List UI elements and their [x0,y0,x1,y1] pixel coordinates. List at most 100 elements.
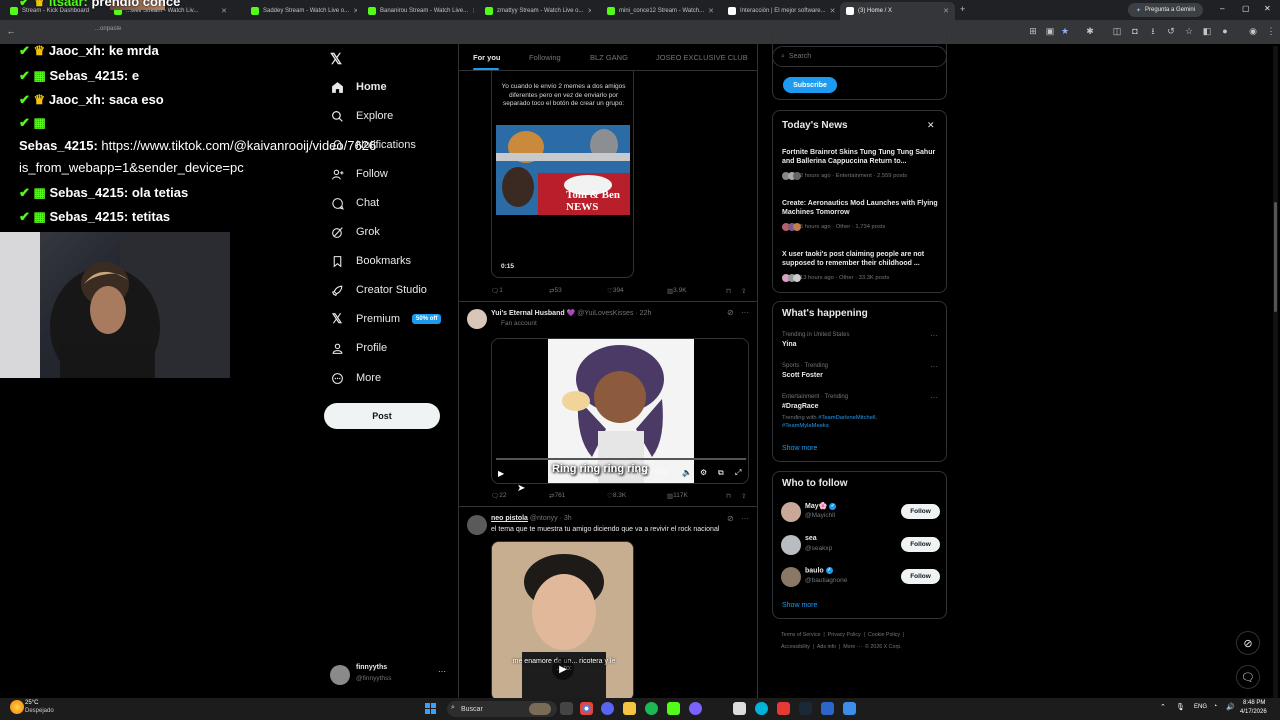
close-icon[interactable]: ✕ [927,120,935,131]
nav-profile[interactable]: Profile [330,337,387,359]
grok-icon[interactable]: ⊘ [727,308,734,317]
page-scrollbar[interactable] [1273,46,1278,698]
nav-notifications[interactable]: Notifications [330,134,416,156]
news-item-title[interactable]: X user taoki's post claiming people are … [782,250,942,268]
more-dots-icon[interactable]: ··· [930,331,938,340]
post-button[interactable]: Post [324,403,440,429]
extension-icon[interactable]: ✱ [1085,26,1095,36]
browser-tab-active[interactable]: (3) Home / X ✕ [840,2,955,20]
video-progress-track[interactable] [496,458,746,460]
grok-float-icon[interactable]: ⊘ [1236,631,1260,655]
app-icon[interactable] [733,702,746,715]
app-icon[interactable] [755,702,768,715]
follow-button[interactable]: Follow [901,537,940,552]
nav-home[interactable]: Home [330,76,387,98]
share-button[interactable]: ⇪ [741,287,746,295]
windows-start-icon[interactable] [425,703,436,714]
app-icon[interactable] [821,702,834,715]
star-icon[interactable]: ★ [1060,26,1070,36]
reply-button[interactable]: 🗨 22 [491,492,507,500]
repost-button[interactable]: ⇄ 761 [549,492,565,500]
volume-icon[interactable]: 🔊 [1226,703,1235,711]
app-icon[interactable] [843,702,856,715]
follow-button[interactable]: Follow [901,504,940,519]
profile-icon[interactable]: ● [1220,26,1230,36]
nav-follow[interactable]: Follow [330,163,388,185]
tray-chevron-icon[interactable]: ⌃ [1160,703,1166,711]
like-button[interactable]: ♡ 394 [607,287,624,295]
post-media-video[interactable]: Ring ring ring ring ▶ 0:00 / 0:12 🔈 ⚙ ⧉ … [491,338,749,484]
steam-icon[interactable] [799,702,812,715]
chrome-icon[interactable] [580,702,593,715]
history-icon[interactable]: ↺ [1166,26,1176,36]
translate-icon[interactable]: ⊞ [1028,26,1038,36]
sidebar-icon[interactable]: ◫ [1112,26,1122,36]
more-dots-icon[interactable]: ··· [741,514,749,523]
x-logo-icon[interactable]: 𝕏 [330,50,342,68]
follow-button[interactable]: Follow [901,569,940,584]
download-icon[interactable]: ⭳ [1148,26,1158,36]
browser-tab[interactable]: mini_conce12 Stream - Watch... ✕ [601,2,718,20]
volume-icon[interactable]: 🔈 [682,468,692,477]
play-icon[interactable]: ▶ [498,469,504,478]
avatar[interactable] [781,502,801,522]
bookmark-star-icon[interactable]: ☆ [1184,26,1194,36]
task-view-icon[interactable] [560,702,573,715]
tab-following[interactable]: Following [529,53,561,62]
gemini-button[interactable]: ✦ Pregunta a Gemini [1128,3,1204,17]
views-button[interactable]: ▥ 3.9K [667,287,687,295]
avatar[interactable] [781,567,801,587]
app-icon[interactable] [689,702,702,715]
wifi-icon[interactable]: ◔ [1213,703,1217,710]
nav-creator-studio[interactable]: Creator Studio [330,279,427,301]
settings-icon[interactable]: ⚙ [700,468,707,477]
nav-premium[interactable]: 𝕏 Premium 50% off [330,308,442,330]
fullscreen-icon[interactable]: ⤢ [735,468,741,478]
news-item-title[interactable]: Fortnite Brainrot Skins Tung Tung Tung S… [782,148,942,166]
trend-topic[interactable]: #DragRace [782,403,819,410]
avatar[interactable] [467,309,487,329]
scrollbar-thumb[interactable] [1274,202,1277,312]
messages-float-icon[interactable]: 🗨 [1236,665,1260,689]
maximize-icon[interactable]: ▢ [1242,4,1250,13]
tab-for-you[interactable]: For you [473,53,501,62]
split-icon[interactable]: ◧ [1202,26,1212,36]
minimize-icon[interactable]: – [1220,4,1224,13]
folder-icon[interactable] [623,702,636,715]
tab-blz-gang[interactable]: BLZ GANG [590,53,628,62]
reply-button[interactable]: 🗨 1 [491,287,503,295]
kick-icon[interactable] [667,702,680,715]
share-button[interactable]: ⇪ [741,492,746,500]
nav-bookmarks[interactable]: Bookmarks [330,250,411,272]
install-icon[interactable]: ▣ [1045,26,1055,36]
nav-more[interactable]: More [330,367,381,389]
news-item-title[interactable]: Create: Aeronautics Mod Launches with Fl… [782,199,942,217]
avatar[interactable] [467,515,487,535]
views-button[interactable]: ▥ 117K [667,492,688,500]
account-switcher[interactable]: finnyyths @finnyythss ··· [330,664,450,686]
ext-icon[interactable]: ◘ [1130,26,1140,36]
play-icon[interactable]: ▶ [552,658,574,680]
avatar[interactable] [781,535,801,555]
discord-icon[interactable] [601,702,614,715]
menu-icon[interactable]: ⋮ [1266,26,1276,36]
browser-tab[interactable]: zmattyy Stream - Watch Live o... ✕ [479,2,591,20]
repost-button[interactable]: ⇄ 53 [549,287,562,295]
popout-icon[interactable]: ⧉ [718,468,724,478]
nav-chat[interactable]: Chat [330,192,379,214]
browser-tab[interactable]: Interacción | El mejor software... ✕ [722,2,840,20]
new-tab-button[interactable]: + [960,4,965,14]
bookmark-button[interactable]: ⊓ [726,287,731,295]
avatar-icon[interactable]: ◉ [1248,26,1258,36]
post-media-video[interactable]: me enamore de un... ricotera y le ... to… [491,541,634,698]
grok-icon[interactable]: ⊘ [727,514,734,523]
tab-joseo-club[interactable]: JOSEO EXCLUSIVE CLUB [656,53,748,62]
show-more-link[interactable]: Show more [782,602,817,609]
nav-explore[interactable]: Explore [330,105,393,127]
spotify-icon[interactable] [645,702,658,715]
app-icon[interactable] [777,702,790,715]
more-dots-icon[interactable]: ··· [930,393,938,402]
taskbar-search[interactable]: ⌕ Buscar [447,701,557,717]
bookmark-button[interactable]: ⊓ [726,492,731,500]
nav-grok[interactable]: Grok [330,221,380,243]
